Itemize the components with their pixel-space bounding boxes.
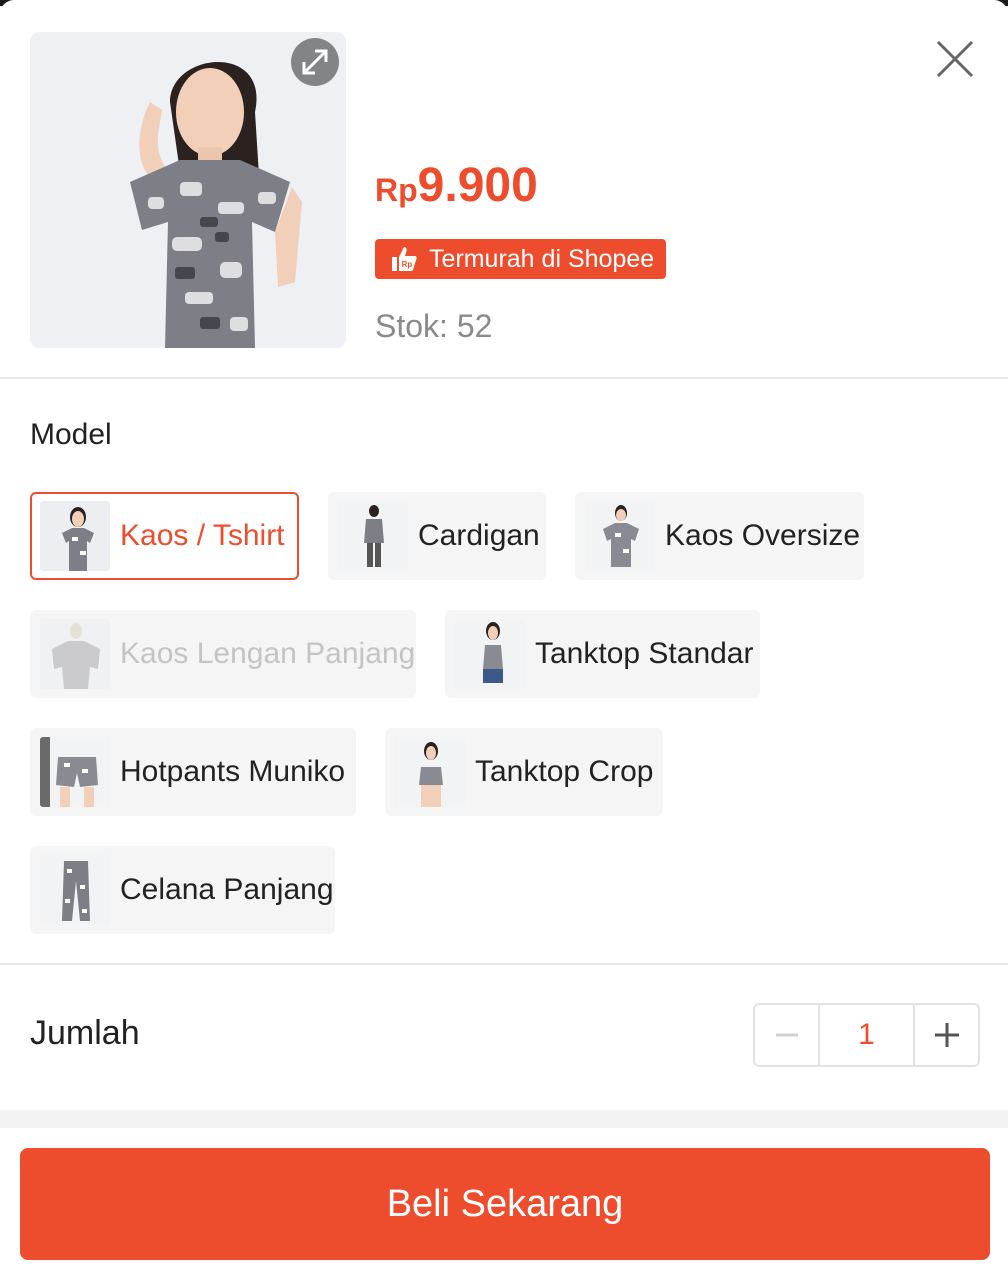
model-section-title: Model	[30, 418, 112, 451]
variant-thumbnail	[40, 619, 110, 689]
variant-thumbnail	[40, 737, 110, 807]
variant-label: Kaos / Tshirt	[120, 519, 285, 552]
product-price: Rp9.900	[375, 158, 538, 213]
plus-icon	[934, 1023, 959, 1047]
close-button[interactable]	[930, 34, 980, 84]
variant-option-hotpants-muniko[interactable]: Hotpants Muniko	[30, 728, 356, 816]
variant-thumbnail	[455, 619, 525, 689]
variant-label: Hotpants Muniko	[120, 755, 346, 788]
variant-option-tanktop-standar[interactable]: Tanktop Standar	[445, 610, 760, 698]
variant-option-kaos-lengan-panjang[interactable]: Kaos Lengan Panjang	[30, 610, 416, 698]
price-amount: 9.900	[417, 159, 538, 212]
divider	[0, 377, 1008, 379]
variant-thumbnail	[40, 501, 110, 571]
variant-thumbnail	[585, 501, 655, 571]
variant-option-tanktop-crop[interactable]: Tanktop Crop	[385, 728, 663, 816]
decrease-button[interactable]	[755, 1005, 818, 1065]
footer-separator	[0, 1110, 1008, 1128]
expand-image-button[interactable]	[291, 38, 339, 86]
variant-thumbnail	[338, 501, 408, 571]
variant-option-celana-panjang[interactable]: Celana Panjang	[30, 846, 335, 934]
minus-icon	[775, 1033, 798, 1037]
variant-bottom-sheet: Rp9.900 Rp Termurah di Shopee Stok: 52 M…	[0, 0, 1008, 1280]
cheapest-badge-label: Termurah di Shopee	[429, 244, 655, 273]
buy-now-button[interactable]: Beli Sekarang	[20, 1148, 990, 1260]
variant-label: Cardigan	[418, 519, 540, 552]
expand-icon	[302, 49, 328, 75]
divider	[0, 963, 1008, 965]
variant-option-cardigan[interactable]: Cardigan	[328, 492, 546, 580]
quantity-value[interactable]: 1	[818, 1005, 915, 1065]
variant-label: Kaos Lengan Panjang	[120, 637, 416, 670]
cheapest-badge: Rp Termurah di Shopee	[375, 239, 666, 279]
quantity-stepper: 1	[753, 1003, 980, 1067]
variant-thumbnail	[395, 737, 465, 807]
increase-button[interactable]	[915, 1005, 978, 1065]
variant-thumbnail	[40, 855, 110, 925]
variant-option-kaos-oversize[interactable]: Kaos Oversize	[575, 492, 864, 580]
svg-text:Rp: Rp	[402, 260, 413, 269]
variant-label: Tanktop Crop	[475, 755, 654, 788]
variant-option-kaos-tshirt[interactable]: Kaos / Tshirt	[30, 492, 299, 580]
close-icon	[936, 40, 974, 78]
variant-label: Tanktop Standar	[535, 637, 754, 670]
price-currency: Rp	[375, 172, 418, 208]
thumbs-up-rp-icon: Rp	[392, 247, 417, 271]
variant-label: Kaos Oversize	[665, 519, 861, 552]
stock-count: Stok: 52	[375, 308, 493, 344]
quantity-label: Jumlah	[30, 1014, 140, 1052]
variant-label: Celana Panjang	[120, 873, 334, 906]
